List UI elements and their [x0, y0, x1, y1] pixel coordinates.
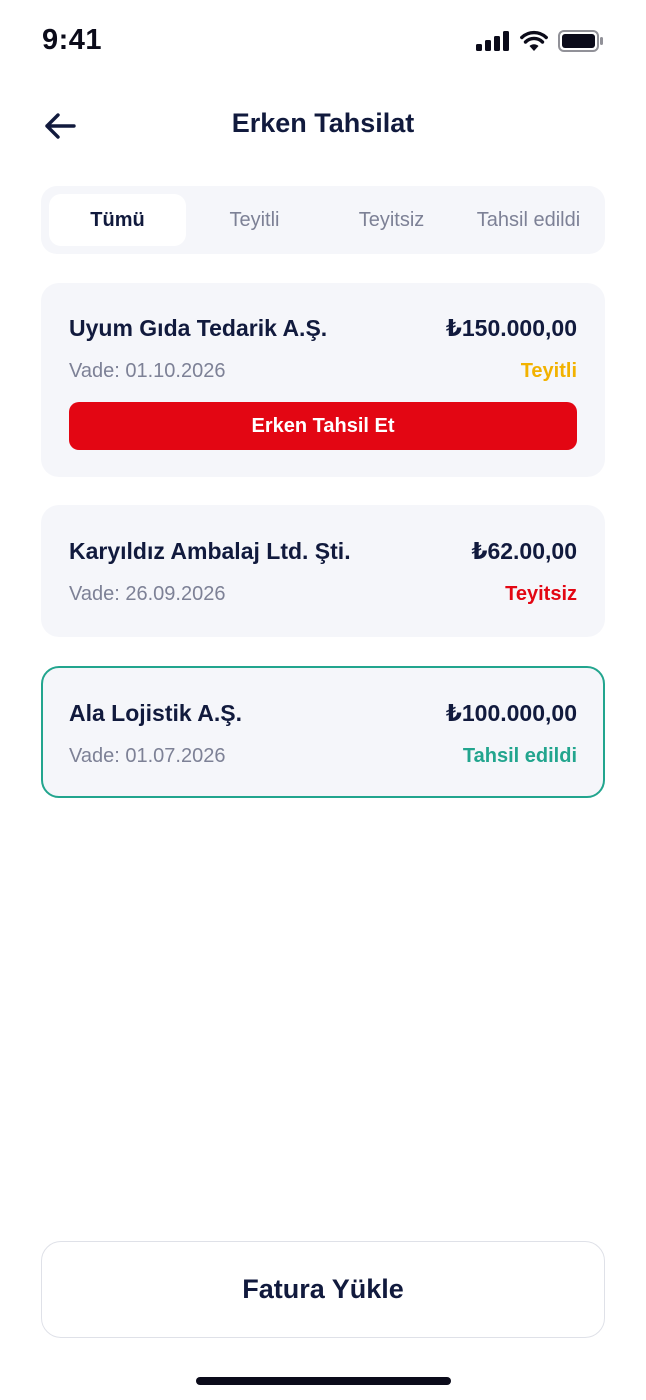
- status-bar: 9:41: [0, 0, 646, 90]
- tab-confirmed[interactable]: Teyitli: [186, 194, 323, 246]
- battery-icon: [558, 30, 603, 52]
- company-name: Ala Lojistik A.Ş.: [69, 700, 242, 726]
- invoice-amount: ₺100.000,00: [445, 700, 577, 726]
- company-name: Uyum Gıda Tedarik A.Ş.: [69, 315, 328, 341]
- status-badge: Teyitli: [520, 360, 577, 382]
- filter-tabs: Tümü Teyitli Teyitsiz Tahsil edildi: [41, 186, 605, 254]
- tab-all[interactable]: Tümü: [49, 194, 186, 246]
- status-icons: [476, 30, 604, 52]
- early-collect-button[interactable]: Erken Tahsil Et: [69, 402, 577, 450]
- tab-collected[interactable]: Tahsil edildi: [460, 194, 597, 246]
- invoice-amount: ₺62.00,00: [471, 538, 577, 564]
- tab-unconfirmed[interactable]: Teyitsiz: [323, 194, 460, 246]
- due-date: Vade: 01.10.2026: [69, 360, 226, 382]
- header: Erken Tahsilat: [0, 96, 646, 156]
- home-indicator: [196, 1377, 451, 1385]
- wifi-icon: [520, 30, 548, 51]
- invoice-card[interactable]: Karyıldız Ambalaj Ltd. Şti. ₺62.00,00 Va…: [41, 505, 605, 637]
- invoice-card[interactable]: Ala Lojistik A.Ş. ₺100.000,00 Vade: 01.0…: [41, 666, 605, 798]
- status-badge: Teyitsiz: [505, 583, 577, 605]
- cellular-signal-icon: [476, 31, 509, 51]
- invoice-card[interactable]: Uyum Gıda Tedarik A.Ş. ₺150.000,00 Vade:…: [41, 283, 605, 477]
- status-time: 9:41: [42, 24, 103, 56]
- page-title: Erken Tahsilat: [231, 108, 415, 138]
- company-name: Karyıldız Ambalaj Ltd. Şti.: [69, 538, 351, 564]
- invoice-amount: ₺150.000,00: [445, 315, 577, 341]
- due-date: Vade: 01.07.2026: [69, 745, 226, 767]
- status-badge: Tahsil edildi: [462, 745, 577, 767]
- due-date: Vade: 26.09.2026: [69, 583, 226, 605]
- upload-invoice-button[interactable]: Fatura Yükle: [41, 1241, 605, 1338]
